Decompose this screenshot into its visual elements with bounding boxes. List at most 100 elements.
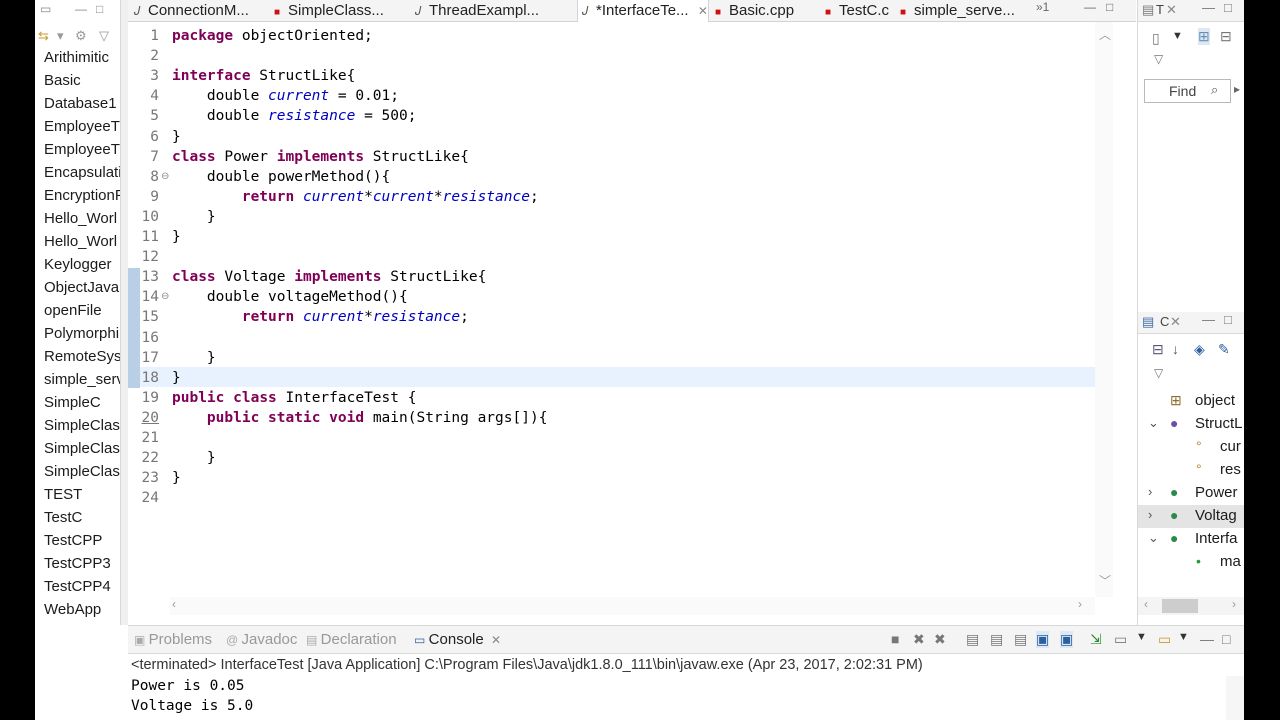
- console-vertical-scrollbar[interactable]: [1226, 676, 1244, 720]
- code-line[interactable]: class Voltage implements StructLike{: [172, 267, 486, 287]
- project-item[interactable]: EmployeeT: [44, 118, 120, 141]
- code-line[interactable]: package objectOriented;: [172, 26, 373, 46]
- scroll-left-icon[interactable]: ‹: [1144, 597, 1148, 611]
- panel-tab[interactable]: ▣ Problems: [134, 631, 212, 648]
- project-item[interactable]: Polymorphi: [44, 325, 119, 348]
- hide-fields-icon[interactable]: ◈: [1194, 341, 1205, 358]
- outline-item[interactable]: › ● Voltag: [1138, 505, 1244, 528]
- hide-static-icon[interactable]: ✎: [1218, 341, 1230, 358]
- link-editor-icon[interactable]: ▾: [57, 28, 64, 44]
- dropdown-arrow-icon[interactable]: ▼: [1136, 631, 1147, 643]
- editor-tab[interactable]: ■ simple_serve...: [896, 0, 1034, 22]
- maximize-view-icon[interactable]: □: [1224, 312, 1232, 327]
- code-line[interactable]: class Power implements StructLike{: [172, 147, 469, 167]
- project-item[interactable]: Keylogger: [44, 256, 112, 279]
- project-item[interactable]: WebApp: [44, 601, 101, 624]
- project-item[interactable]: RemoteSyst: [44, 348, 120, 371]
- fold-toggle-icon[interactable]: ⊖: [161, 167, 169, 187]
- editor-tab[interactable]: ■ Basic.cpp: [711, 0, 819, 22]
- outline-item[interactable]: ⌄ ● Interfa: [1138, 528, 1244, 551]
- project-item[interactable]: SimpleClas: [44, 440, 120, 463]
- editor-vertical-scrollbar[interactable]: ︿ ﹀: [1095, 22, 1113, 597]
- outline-item[interactable]: • ma: [1138, 551, 1244, 574]
- editor-tab[interactable]: ■ TestC.c: [821, 0, 894, 22]
- outline-item[interactable]: › ● Power: [1138, 482, 1244, 505]
- project-item[interactable]: TestCPP3: [44, 555, 111, 578]
- dropdown-arrow-icon[interactable]: ▼: [1172, 30, 1183, 42]
- project-item[interactable]: EmployeeT: [44, 141, 120, 164]
- find-task-input[interactable]: Find ⌕: [1144, 79, 1231, 103]
- scroll-right-icon[interactable]: ›: [1078, 597, 1082, 611]
- outline-item[interactable]: ° cur: [1138, 436, 1244, 459]
- collapse-all-icon[interactable]: ⊟: [1152, 341, 1164, 358]
- fold-toggle-icon[interactable]: ⊖: [161, 287, 169, 307]
- show-on-stderr-icon[interactable]: ▣: [1060, 631, 1074, 648]
- terminate-icon[interactable]: ■: [891, 631, 899, 647]
- panel-tab[interactable]: @ Javadoc: [226, 631, 297, 648]
- editor-horizontal-scrollbar[interactable]: ‹ ›: [170, 597, 1095, 615]
- sort-icon[interactable]: ↓: [1172, 341, 1179, 357]
- panel-tab[interactable]: ▭ Console ✕: [414, 631, 501, 648]
- scroll-up-icon[interactable]: ︿: [1099, 26, 1111, 43]
- project-item[interactable]: SimpleC: [44, 394, 101, 417]
- tab-overflow-indicator[interactable]: »1: [1036, 0, 1049, 14]
- project-item[interactable]: openFile: [44, 302, 102, 325]
- scroll-left-icon[interactable]: ‹: [172, 597, 176, 611]
- scroll-right-icon[interactable]: ›: [1232, 597, 1236, 611]
- display-console-icon[interactable]: ▭: [1114, 631, 1127, 648]
- editor-tab[interactable]: 𝐽 ThreadExampl...: [411, 0, 575, 22]
- chevron-right-icon[interactable]: ›: [1148, 484, 1152, 499]
- minimize-view-icon[interactable]: —: [75, 2, 87, 16]
- project-item[interactable]: TestCPP4: [44, 578, 111, 601]
- scroll-thumb[interactable]: [1162, 599, 1198, 613]
- project-item[interactable]: TEST: [44, 486, 82, 509]
- open-console-icon[interactable]: ▭: [1158, 631, 1171, 648]
- code-line[interactable]: double powerMethod(){: [172, 167, 390, 187]
- new-task-icon[interactable]: ▯: [1152, 30, 1160, 47]
- chevron-right-icon[interactable]: ›: [1148, 507, 1152, 522]
- chevron-down-icon[interactable]: ⌄: [1148, 415, 1159, 431]
- close-icon[interactable]: ✕: [488, 633, 501, 647]
- code-line[interactable]: }: [172, 448, 216, 468]
- minimize-icon[interactable]: ▭: [40, 2, 51, 16]
- project-item[interactable]: Hello_Worl: [44, 233, 117, 256]
- scroll-lock-icon[interactable]: ▤: [990, 631, 1003, 648]
- code-line[interactable]: double resistance = 500;: [172, 106, 417, 126]
- focus-icon[interactable]: ⊟: [1220, 28, 1232, 45]
- code-line[interactable]: public static void main(String args[]){: [172, 408, 548, 428]
- find-scope-arrow-icon[interactable]: ▸: [1234, 82, 1240, 96]
- project-item[interactable]: EncryptionF: [44, 187, 120, 210]
- sync-icon[interactable]: ⚙: [75, 28, 87, 44]
- outline-item[interactable]: ⊞ object: [1138, 390, 1244, 413]
- clear-console-icon[interactable]: ▤: [966, 631, 979, 648]
- project-item[interactable]: ObjectJava: [44, 279, 119, 302]
- pin-console-icon[interactable]: ⇲: [1090, 631, 1102, 648]
- editor-tab[interactable]: 𝐽 *InterfaceTe... ✕: [577, 0, 709, 23]
- minimize-editor-icon[interactable]: —: [1084, 0, 1096, 14]
- outline-item[interactable]: ° res: [1138, 459, 1244, 482]
- categorize-icon[interactable]: ⊞: [1198, 28, 1210, 45]
- maximize-view-icon[interactable]: □: [96, 2, 103, 16]
- code-line[interactable]: }: [172, 227, 181, 247]
- project-item[interactable]: TestCPP: [44, 532, 102, 555]
- project-item[interactable]: TestC: [44, 509, 82, 532]
- close-icon[interactable]: ✕: [1166, 2, 1177, 18]
- remove-all-launches-icon[interactable]: ✖: [934, 631, 946, 648]
- scroll-down-icon[interactable]: ﹀: [1099, 572, 1111, 589]
- code-line[interactable]: }: [172, 348, 216, 368]
- editor-tab[interactable]: ■ SimpleClass...: [270, 0, 409, 22]
- word-wrap-icon[interactable]: ▤: [1014, 631, 1027, 648]
- remove-launch-icon[interactable]: ✖: [913, 631, 925, 648]
- view-menu-icon[interactable]: ▽: [1154, 366, 1163, 380]
- project-item[interactable]: Database1: [44, 95, 117, 118]
- minimize-view-icon[interactable]: —: [1202, 312, 1215, 327]
- project-item[interactable]: Basic: [44, 72, 81, 95]
- dropdown-arrow-icon[interactable]: ▼: [1178, 631, 1189, 643]
- show-on-stdout-icon[interactable]: ▣: [1036, 631, 1050, 648]
- maximize-view-icon[interactable]: □: [1224, 0, 1232, 15]
- outline-horizontal-scrollbar[interactable]: ‹ ›: [1138, 597, 1244, 615]
- maximize-view-icon[interactable]: □: [1222, 631, 1230, 647]
- outline-title[interactable]: C: [1160, 314, 1169, 329]
- minimize-view-icon[interactable]: —: [1200, 631, 1214, 647]
- project-item[interactable]: Encapsulati: [44, 164, 120, 187]
